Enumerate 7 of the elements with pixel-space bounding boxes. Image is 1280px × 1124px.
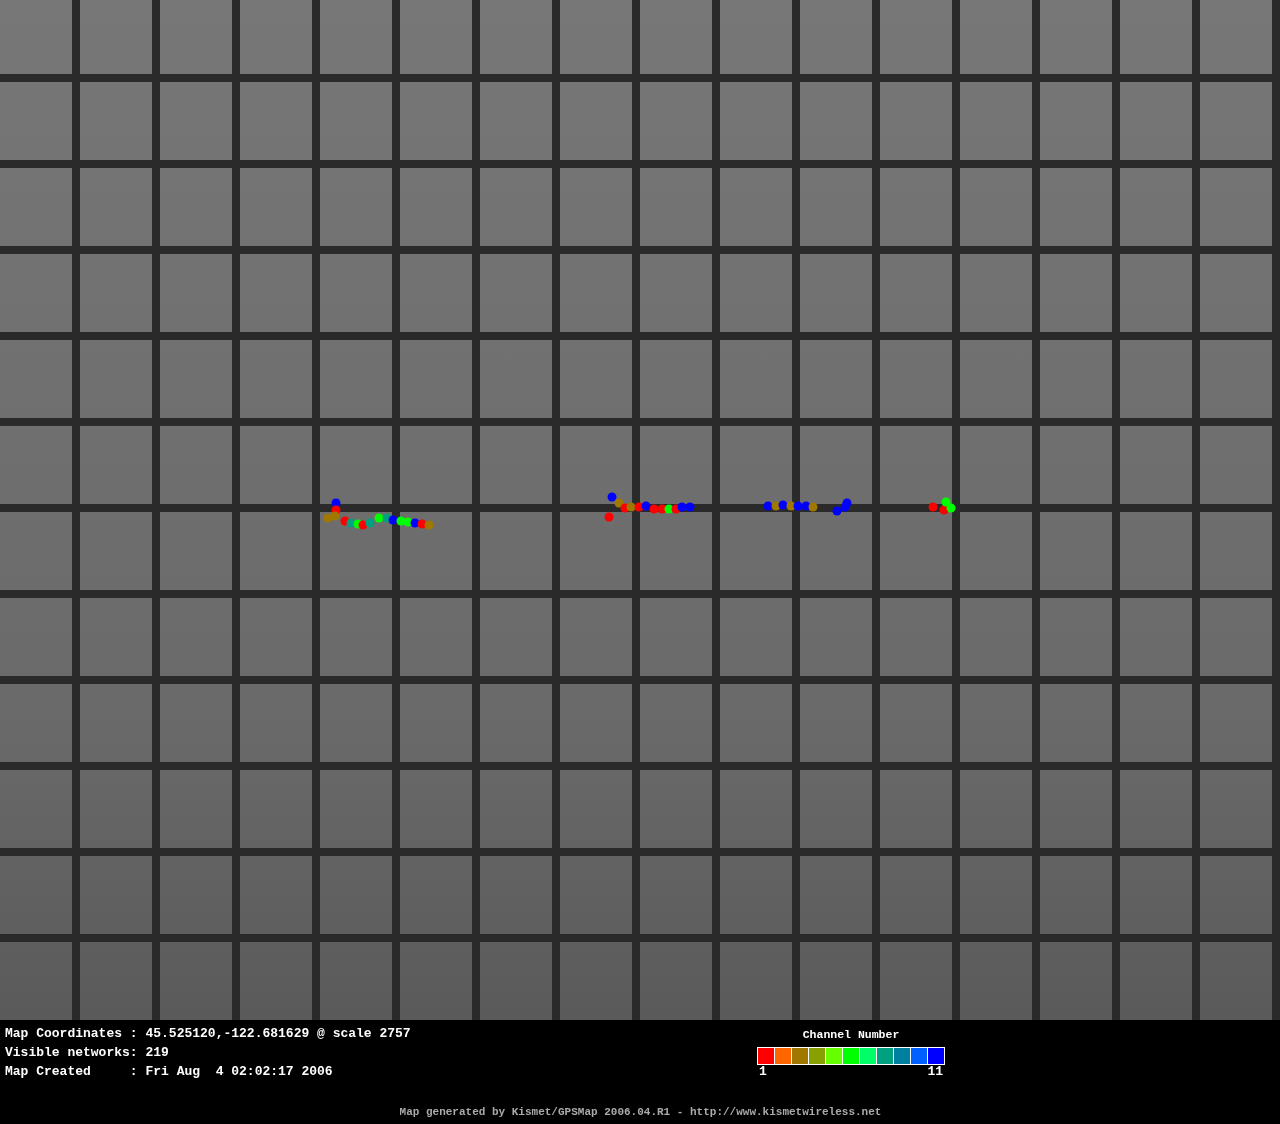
map-info-line: Visible networks: 219 xyxy=(5,1044,170,1061)
map-info-line: Map Coordinates : 45.525120,-122.681629 @ scale 2757 xyxy=(5,1025,411,1042)
scale-max-label: 11 xyxy=(927,1065,943,1079)
legend-title: Channel Number xyxy=(802,1028,900,1042)
map-info-line: Map Created : Fri Aug 4 02:02:17 2006 xyxy=(5,1063,334,1080)
footer-credit: Map generated by Kismet/GPSMap 2006.04.R1 - http://www.kismetwireless.net xyxy=(399,1106,882,1118)
scale-min-label: 1 xyxy=(759,1065,767,1079)
